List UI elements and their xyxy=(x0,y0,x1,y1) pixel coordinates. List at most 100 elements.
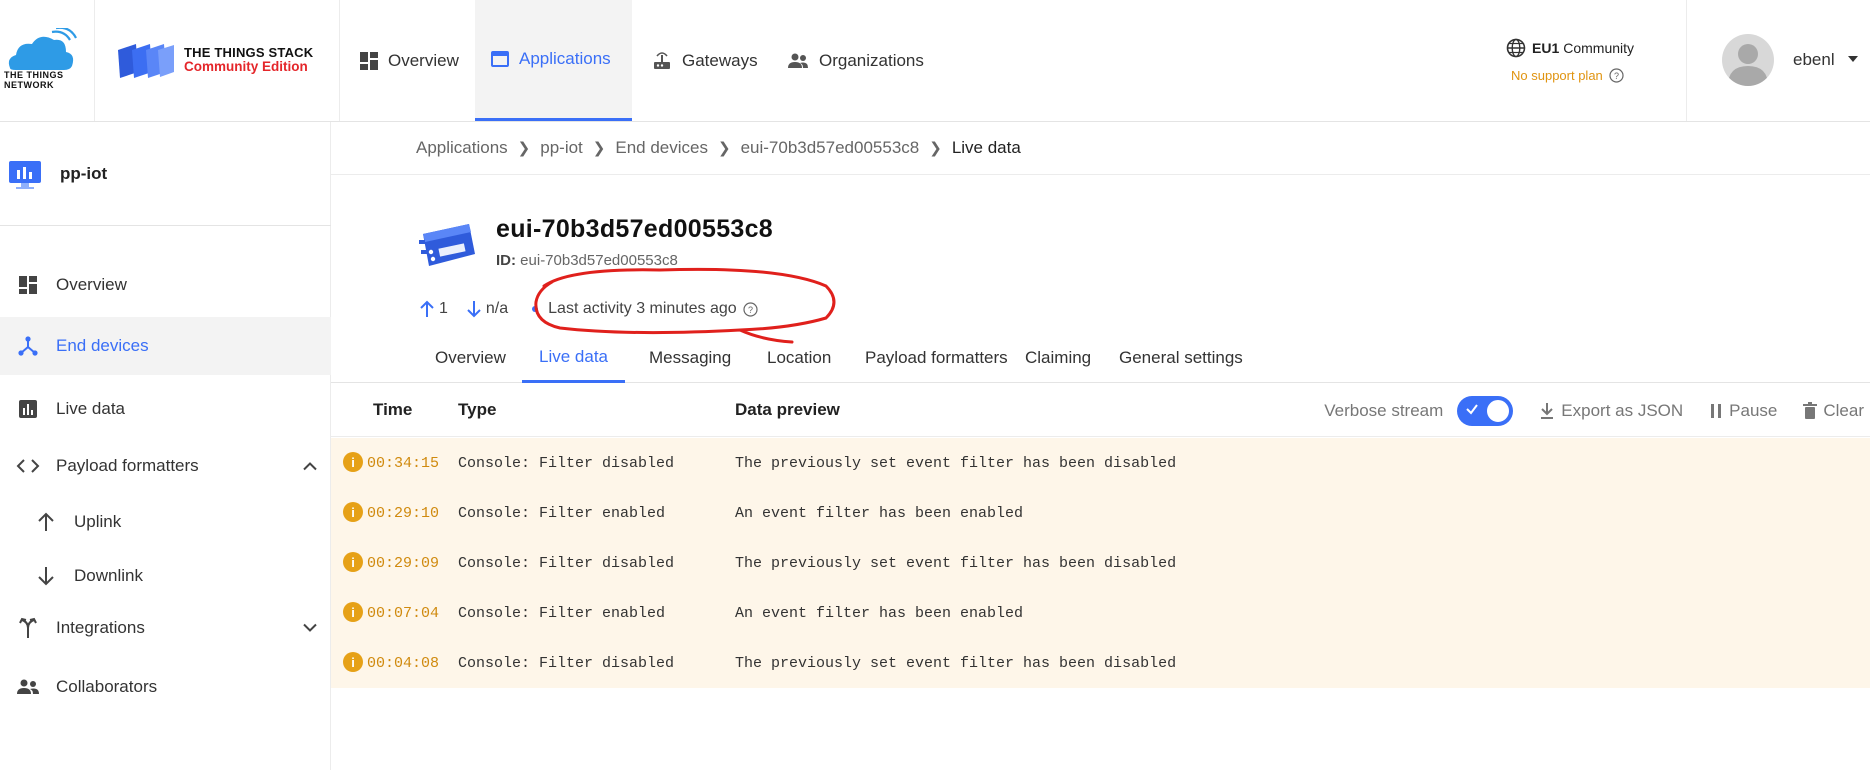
nav-tab-organizations[interactable]: Organizations xyxy=(771,0,940,121)
app-root: THE THINGS NETWORK THE THINGS STACK Comm… xyxy=(0,0,1870,770)
chevron-up-icon[interactable] xyxy=(303,462,317,471)
tab-overview[interactable]: Overview xyxy=(418,333,523,383)
export-json-label: Export as JSON xyxy=(1561,400,1684,420)
tab-claiming[interactable]: Claiming xyxy=(1008,333,1108,383)
tab-messaging[interactable]: Messaging xyxy=(632,333,748,383)
event-time: 00:04:08 xyxy=(367,655,440,672)
pause-icon xyxy=(1711,403,1722,418)
overview-icon xyxy=(360,51,378,70)
downlink-count-value: n/a xyxy=(485,300,509,317)
user-avatar[interactable] xyxy=(1722,34,1774,86)
event-row[interactable]: i 00:04:08 Console: Filter disabled The … xyxy=(331,638,1870,688)
help-icon[interactable]: ? xyxy=(743,301,758,317)
uplink-count: 1 xyxy=(419,300,448,318)
export-json-button[interactable]: Export as JSON xyxy=(1539,401,1683,421)
integrations-icon xyxy=(19,617,37,638)
top-header: THE THINGS NETWORK THE THINGS STACK Comm… xyxy=(0,0,1870,122)
check-icon xyxy=(1466,403,1479,415)
clear-label: Clear xyxy=(1823,400,1864,420)
warning-icon: i xyxy=(343,552,363,572)
pause-button[interactable]: Pause xyxy=(1709,401,1777,421)
live-events-panel: Time Type Data preview Verbose stream Ex… xyxy=(331,384,1870,700)
header-divider xyxy=(94,0,95,121)
sidebar-item-integrations[interactable]: Integrations xyxy=(0,599,331,657)
sidebar-item-label: Collaborators xyxy=(56,677,158,696)
event-preview: An event filter has been enabled xyxy=(735,505,1024,522)
toggle-knob xyxy=(1486,398,1511,423)
nav-tab-overview[interactable]: Overview xyxy=(344,0,475,121)
event-time: 00:07:04 xyxy=(367,605,440,622)
device-stats: 1 n/a Last activity 3 minutes ago ? xyxy=(419,300,758,318)
tab-general-settings[interactable]: General settings xyxy=(1102,333,1260,383)
event-preview: The previously set event filter has been… xyxy=(735,555,1177,572)
sidebar-item-uplink[interactable]: Uplink xyxy=(0,493,331,551)
breadcrumb-application[interactable]: pp-iot xyxy=(540,138,583,158)
uplink-count-value: 1 xyxy=(439,300,448,317)
sidebar-item-label: Integrations xyxy=(56,618,145,637)
arrow-up-icon xyxy=(420,300,434,317)
clear-button[interactable]: Clear xyxy=(1803,401,1864,421)
event-preview: The previously set event filter has been… xyxy=(735,455,1177,472)
trash-icon xyxy=(1803,401,1818,419)
verbose-stream-toggle[interactable] xyxy=(1457,395,1514,426)
application-icon xyxy=(9,161,41,189)
sidebar-item-downlink[interactable]: Downlink xyxy=(0,547,331,605)
event-row[interactable]: i 00:34:15 Console: Filter disabled The … xyxy=(331,438,1870,488)
nav-tab-label: Organizations xyxy=(819,50,924,70)
sidebar-item-collaborators[interactable]: Collaborators xyxy=(0,658,331,716)
chevron-down-icon[interactable] xyxy=(303,623,317,633)
column-header-type: Type xyxy=(458,400,497,419)
arrow-up-icon xyxy=(38,512,54,531)
device-id-value: eui-70b3d57ed00553c8 xyxy=(520,252,678,269)
header-divider xyxy=(1686,0,1687,121)
breadcrumb-applications[interactable]: Applications xyxy=(416,138,508,158)
warning-icon: i xyxy=(343,652,363,672)
svg-text:?: ? xyxy=(1614,71,1619,81)
header-divider xyxy=(339,0,340,121)
tab-live-data[interactable]: Live data xyxy=(522,333,625,383)
device-title: eui-70b3d57ed00553c8 xyxy=(496,215,774,243)
breadcrumb-device[interactable]: eui-70b3d57ed00553c8 xyxy=(741,138,920,158)
globe-icon xyxy=(1506,38,1526,58)
cluster-selector[interactable]: EU1 Community xyxy=(1506,38,1634,58)
column-header-time: Time xyxy=(373,400,413,419)
organizations-icon xyxy=(788,53,808,68)
ttn-logo-text: THE THINGS NETWORK xyxy=(4,70,64,90)
event-time: 00:29:10 xyxy=(367,505,440,522)
nav-tab-gateways[interactable]: Gateways xyxy=(636,0,774,121)
event-row[interactable]: i 00:29:10 Console: Filter enabled An ev… xyxy=(331,488,1870,538)
svg-text:?: ? xyxy=(748,305,753,315)
event-type: Console: Filter disabled xyxy=(458,455,675,472)
event-row[interactable]: i 00:07:04 Console: Filter enabled An ev… xyxy=(331,588,1870,638)
column-header-data-preview: Data preview xyxy=(735,400,840,419)
username[interactable]: ebenl xyxy=(1793,50,1835,70)
sidebar-app-header: pp-iot xyxy=(0,122,331,226)
device-tabs: Overview Live data Messaging Location Pa… xyxy=(331,333,1870,383)
nav-tab-label: Overview xyxy=(388,50,459,70)
breadcrumb-end-devices[interactable]: End devices xyxy=(615,138,708,158)
sidebar-item-live-data[interactable]: Live data xyxy=(0,380,331,438)
nav-tab-applications[interactable]: Applications xyxy=(475,0,632,121)
arrow-down-icon xyxy=(38,567,54,586)
pause-label: Pause xyxy=(1729,400,1778,420)
event-preview: An event filter has been enabled xyxy=(735,605,1024,622)
tts-logo-icon[interactable] xyxy=(116,42,176,80)
chevron-right-icon: ❯ xyxy=(717,140,731,157)
last-activity-text: Last activity 3 minutes ago xyxy=(548,300,737,317)
sidebar-item-payload-formatters[interactable]: Payload formatters xyxy=(0,437,331,495)
sidebar-item-overview[interactable]: Overview xyxy=(0,256,331,314)
caret-down-icon[interactable] xyxy=(1847,55,1859,63)
event-time: 00:29:09 xyxy=(367,555,440,572)
event-row[interactable]: i 00:29:09 Console: Filter disabled The … xyxy=(331,538,1870,588)
product-edition: Community Edition xyxy=(184,59,308,74)
support-plan-link[interactable]: No support plan ? xyxy=(1511,68,1624,83)
event-type: Console: Filter enabled xyxy=(458,505,666,522)
chevron-right-icon: ❯ xyxy=(929,140,942,157)
sidebar-app-name: pp-iot xyxy=(60,164,108,183)
main-content: Applications ❯ pp-iot ❯ End devices ❯ eu… xyxy=(331,122,1870,770)
tab-payload-formatters[interactable]: Payload formatters xyxy=(848,333,1025,383)
tab-location[interactable]: Location xyxy=(750,333,848,383)
arrow-down-icon xyxy=(467,301,481,318)
sidebar-item-label: Uplink xyxy=(74,512,122,531)
sidebar-item-end-devices[interactable]: End devices xyxy=(0,317,331,375)
